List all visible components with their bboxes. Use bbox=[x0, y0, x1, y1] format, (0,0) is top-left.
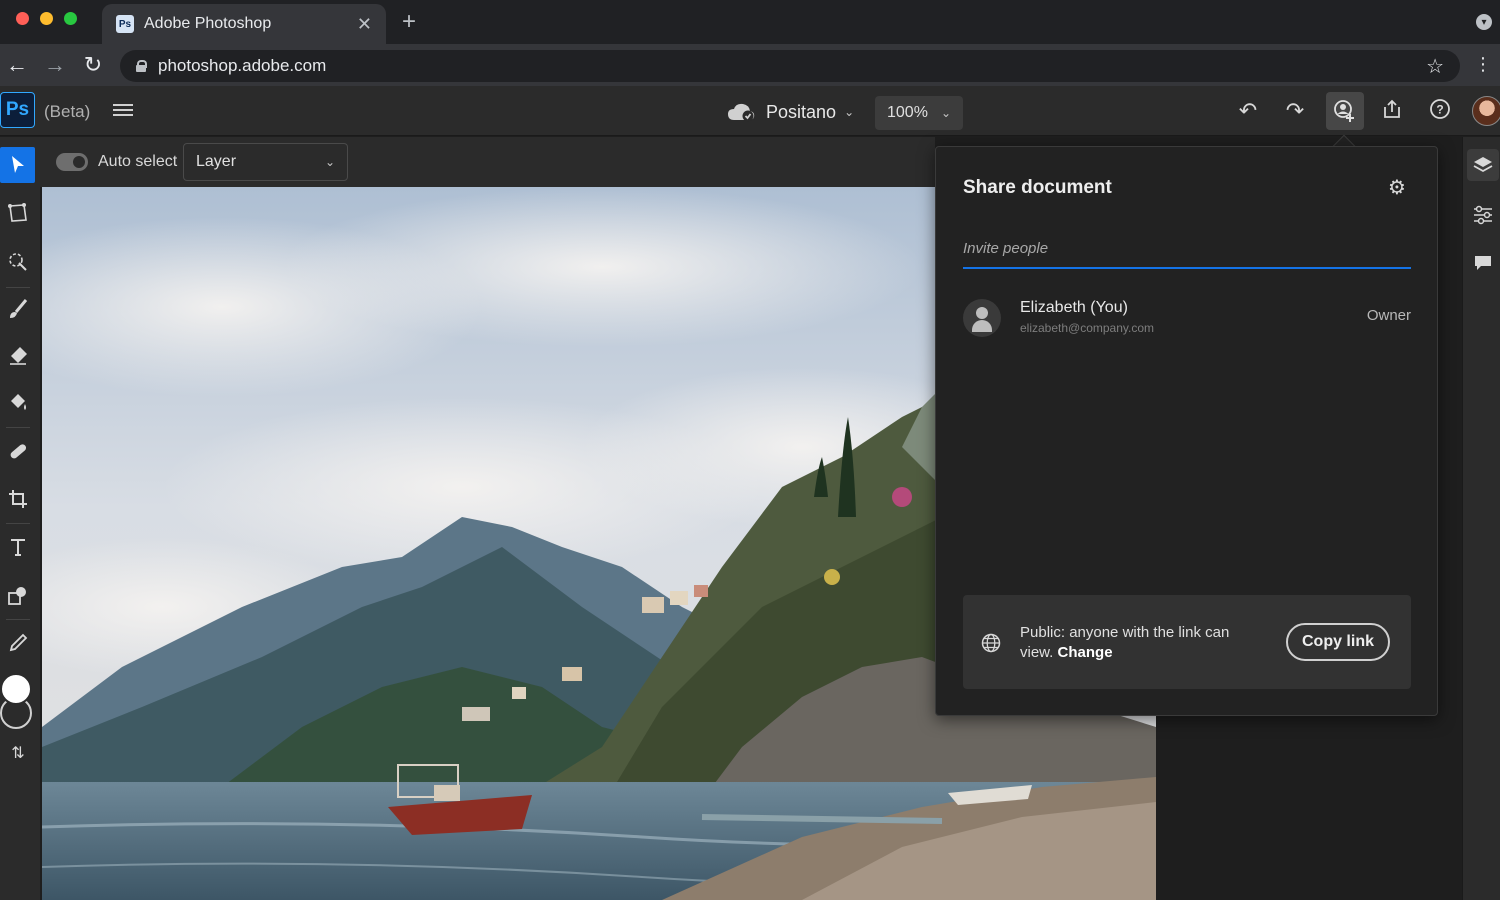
tab-title: Adobe Photoshop bbox=[144, 15, 272, 32]
svg-text:?: ? bbox=[1436, 103, 1443, 117]
zoom-dropdown[interactable]: 100% ⌄ bbox=[875, 96, 963, 130]
type-tool-icon[interactable] bbox=[0, 529, 36, 565]
options-bar: Auto select Layer ⌄ bbox=[40, 137, 935, 187]
chevron-down-icon: ⌄ bbox=[940, 106, 951, 120]
collaborator-role: Owner bbox=[1366, 307, 1411, 324]
user-avatar[interactable] bbox=[1472, 96, 1500, 126]
comments-icon[interactable] bbox=[1467, 247, 1499, 279]
browser-menu-icon[interactable]: ⋮ bbox=[1474, 54, 1492, 75]
cloud-synced-icon bbox=[726, 102, 756, 122]
browser-tab-bar: Ps Adobe Photoshop ✕ + ▾ bbox=[0, 0, 1500, 44]
toolbar-divider bbox=[6, 427, 30, 428]
auto-select-toggle[interactable] bbox=[56, 153, 88, 171]
tools-panel: ⇅ bbox=[0, 137, 40, 900]
tab-search-icon[interactable]: ▾ bbox=[1476, 14, 1492, 30]
bookmark-star-icon[interactable]: ☆ bbox=[1426, 54, 1444, 79]
collaborator-email: elizabeth@company.com bbox=[1020, 321, 1155, 335]
toolbar-divider bbox=[6, 619, 30, 620]
app-header: Ps (Beta) Positano ⌄ 100% ⌄ ↶ ↷ ? bbox=[0, 86, 1500, 136]
chevron-down-icon: ⌄ bbox=[844, 105, 855, 119]
healing-tool-icon[interactable] bbox=[0, 433, 36, 469]
share-document-popover: Share document ⚙ Elizabeth (You) elizabe… bbox=[935, 146, 1438, 716]
help-icon[interactable]: ? bbox=[1427, 98, 1453, 124]
right-panel-rail bbox=[1462, 137, 1500, 900]
person-avatar-icon bbox=[963, 299, 1001, 337]
export-icon[interactable] bbox=[1379, 98, 1405, 124]
photoshop-favicon-icon: Ps bbox=[116, 15, 134, 33]
share-title: Share document bbox=[963, 177, 1112, 198]
close-window-button[interactable] bbox=[16, 12, 29, 25]
photoshop-logo[interactable]: Ps bbox=[0, 92, 35, 128]
hamburger-menu-icon[interactable] bbox=[113, 101, 133, 119]
layers-icon[interactable] bbox=[1467, 149, 1499, 181]
adjustments-icon[interactable] bbox=[1467, 199, 1499, 231]
forward-icon[interactable]: → bbox=[42, 52, 68, 78]
move-tool-icon[interactable] bbox=[0, 147, 35, 183]
copy-link-button[interactable]: Copy link bbox=[1286, 623, 1390, 661]
chevron-down-icon: ⌄ bbox=[324, 155, 335, 169]
toolbar-divider bbox=[6, 523, 30, 524]
back-icon[interactable]: ← bbox=[4, 52, 30, 78]
layer-select-dropdown[interactable]: Layer ⌄ bbox=[183, 143, 348, 181]
link-sharing-box: Public: anyone with the link can view. C… bbox=[963, 595, 1411, 689]
omnibox[interactable]: photoshop.adobe.com ☆ bbox=[120, 50, 1460, 82]
quick-selection-tool-icon[interactable] bbox=[0, 243, 36, 279]
shape-tool-icon[interactable] bbox=[0, 577, 36, 613]
auto-select-label: Auto select bbox=[98, 153, 178, 170]
document-name: Positano bbox=[766, 101, 837, 122]
change-permission-link[interactable]: Change bbox=[1058, 644, 1113, 661]
url-text[interactable]: photoshop.adobe.com bbox=[158, 56, 1426, 76]
eyedropper-tool-icon[interactable] bbox=[0, 625, 36, 661]
redo-icon[interactable]: ↷ bbox=[1282, 98, 1308, 124]
toolbar-divider bbox=[6, 287, 30, 288]
collaborator-name: Elizabeth (You) bbox=[1020, 299, 1128, 316]
reload-icon[interactable]: ↻ bbox=[80, 52, 106, 78]
document-name-dropdown[interactable]: Positano ⌄ bbox=[726, 97, 854, 127]
collaborator-row: Elizabeth (You) elizabeth@company.com Ow… bbox=[963, 297, 1411, 337]
zoom-value: 100% bbox=[887, 104, 928, 121]
invite-people-icon[interactable] bbox=[1326, 92, 1364, 130]
maximize-window-button[interactable] bbox=[64, 12, 77, 25]
new-tab-icon[interactable]: + bbox=[402, 8, 416, 36]
globe-icon bbox=[981, 633, 1001, 653]
paint-bucket-tool-icon[interactable] bbox=[0, 385, 36, 421]
address-bar: ← → ↻ photoshop.adobe.com ☆ ⋮ bbox=[0, 44, 1500, 86]
beta-label: (Beta) bbox=[44, 102, 91, 121]
settings-gear-icon[interactable]: ⚙ bbox=[1388, 175, 1406, 200]
invite-people-input[interactable] bbox=[963, 233, 1411, 269]
close-tab-icon[interactable]: ✕ bbox=[357, 14, 372, 35]
swap-colors-icon[interactable]: ⇅ bbox=[0, 735, 36, 771]
lock-icon bbox=[136, 60, 147, 72]
brush-tool-icon[interactable] bbox=[0, 291, 36, 327]
browser-tab[interactable]: Ps Adobe Photoshop ✕ bbox=[102, 4, 386, 44]
link-permission-text: Public: anyone with the link can view. C… bbox=[1020, 623, 1250, 663]
foreground-color-swatch[interactable] bbox=[0, 673, 32, 705]
link-permission-label: Public: anyone with the link can view. bbox=[1020, 624, 1230, 661]
minimize-window-button[interactable] bbox=[40, 12, 53, 25]
lasso-tool-icon[interactable] bbox=[0, 195, 36, 231]
layer-select-value: Layer bbox=[196, 153, 237, 170]
undo-icon[interactable]: ↶ bbox=[1235, 98, 1261, 124]
crop-tool-icon[interactable] bbox=[0, 481, 36, 517]
eraser-tool-icon[interactable] bbox=[0, 337, 36, 373]
